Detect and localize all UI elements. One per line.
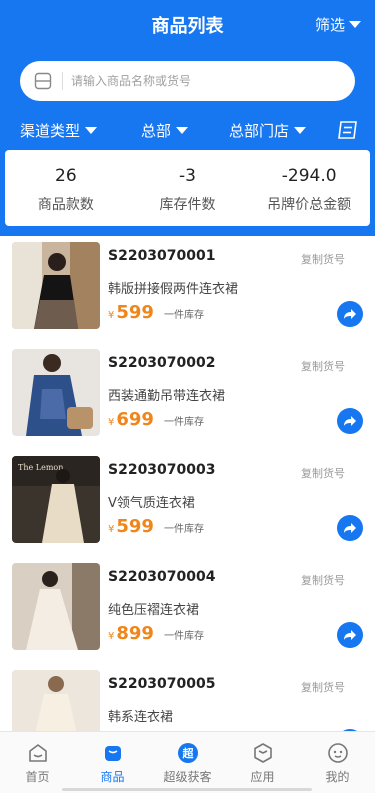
copy-code-button[interactable]: 复制货号 bbox=[301, 679, 345, 695]
chevron-down-icon bbox=[176, 127, 189, 134]
tab-label: 应用 bbox=[250, 770, 275, 784]
product-code: S2203070003 bbox=[108, 462, 216, 478]
share-icon bbox=[344, 309, 356, 319]
product-name: 韩版拼接假两件连衣裙 bbox=[108, 282, 239, 297]
price-row: ¥ 599 一件库存 bbox=[108, 516, 204, 537]
share-button[interactable] bbox=[337, 301, 363, 327]
product-image[interactable] bbox=[12, 563, 100, 650]
stock-label: 一件库存 bbox=[163, 417, 204, 428]
dropdown-label: 总部 bbox=[141, 122, 172, 140]
price-row: ¥ 599 一件库存 bbox=[108, 302, 204, 323]
product-code: S2203070002 bbox=[108, 355, 216, 371]
list-item[interactable]: S2203070005 复制货号 韩系连衣裙 bbox=[0, 664, 375, 731]
list-item[interactable]: S2203070001 复制货号 韩版拼接假两件连衣裙 ¥ 599 一件库存 bbox=[0, 236, 375, 343]
home-indicator bbox=[62, 788, 312, 791]
bottom-tab-bar: 首页 商品 超 超级获客 应用 我的 bbox=[0, 731, 375, 793]
stat-item-tag-price-total: -294.0 吊牌价总金额 bbox=[248, 150, 370, 226]
search-input[interactable] bbox=[71, 74, 311, 88]
super-icon-glyph: 超 bbox=[181, 746, 194, 760]
stat-label: 库存件数 bbox=[159, 197, 216, 213]
tab-home[interactable]: 首页 bbox=[0, 732, 75, 793]
currency-symbol: ¥ bbox=[108, 524, 115, 535]
copy-code-button[interactable]: 复制货号 bbox=[301, 358, 345, 374]
product-image[interactable] bbox=[12, 670, 100, 731]
stat-label: 吊牌价总金额 bbox=[267, 197, 352, 213]
product-price: 899 bbox=[116, 623, 154, 644]
scan-icon[interactable] bbox=[34, 72, 52, 90]
product-name: V领气质连衣裙 bbox=[108, 496, 195, 511]
search-divider bbox=[62, 72, 63, 90]
list-item[interactable]: The Lemon S2203070003 复制货号 V领气质连衣裙 ¥ 599… bbox=[0, 450, 375, 557]
header: 商品列表 筛选 渠道类型 总部 总部门店 2 bbox=[0, 0, 375, 236]
list-item[interactable]: S2203070002 复制货号 西装通勤吊带连衣裙 ¥ 699 一件库存 bbox=[0, 343, 375, 450]
stat-value: -294.0 bbox=[281, 166, 337, 186]
share-icon bbox=[344, 523, 356, 533]
product-list[interactable]: S2203070001 复制货号 韩版拼接假两件连衣裙 ¥ 599 一件库存 S… bbox=[0, 236, 375, 731]
filter-button[interactable]: 筛选 bbox=[315, 14, 361, 35]
stat-item-product-count: 26 商品款数 bbox=[5, 150, 127, 226]
product-price: 599 bbox=[116, 516, 154, 537]
home-icon bbox=[28, 744, 47, 762]
apps-icon bbox=[253, 743, 272, 763]
copy-code-button[interactable]: 复制货号 bbox=[301, 465, 345, 481]
currency-symbol: ¥ bbox=[108, 310, 115, 321]
stats-card: 26 商品款数 -3 库存件数 -294.0 吊牌价总金额 bbox=[5, 150, 370, 226]
search-bar[interactable] bbox=[20, 61, 355, 101]
product-price: 599 bbox=[116, 302, 154, 323]
currency-symbol: ¥ bbox=[108, 417, 115, 428]
share-button[interactable] bbox=[337, 515, 363, 541]
dropdown-channel-type[interactable]: 渠道类型 bbox=[20, 120, 98, 141]
tab-label: 我的 bbox=[325, 770, 350, 784]
product-code: S2203070001 bbox=[108, 248, 216, 264]
product-image[interactable]: The Lemon bbox=[12, 456, 100, 543]
tab-label: 商品 bbox=[100, 770, 125, 784]
dropdown-hq-store[interactable]: 总部门店 bbox=[229, 120, 307, 141]
stock-label: 一件库存 bbox=[163, 310, 204, 321]
dropdown-label: 渠道类型 bbox=[20, 122, 81, 140]
goods-icon bbox=[104, 746, 121, 761]
stat-value: 26 bbox=[55, 166, 77, 186]
tab-label: 超级获客 bbox=[163, 770, 212, 784]
tab-goods[interactable]: 商品 bbox=[75, 732, 150, 793]
product-name: 韩系连衣裙 bbox=[108, 710, 174, 725]
product-name: 纯色压褶连衣裙 bbox=[108, 603, 200, 618]
product-price: 699 bbox=[116, 409, 154, 430]
share-icon bbox=[344, 630, 356, 640]
chevron-down-icon bbox=[349, 21, 361, 28]
share-button[interactable] bbox=[337, 408, 363, 434]
product-code: S2203070004 bbox=[108, 569, 216, 585]
list-item[interactable]: S2203070004 复制货号 纯色压褶连衣裙 ¥ 899 一件库存 bbox=[0, 557, 375, 664]
stock-label: 一件库存 bbox=[163, 631, 204, 642]
dropdown-row: 渠道类型 总部 总部门店 bbox=[0, 120, 375, 142]
price-row: ¥ 899 一件库存 bbox=[108, 623, 204, 644]
super-icon: 超 bbox=[177, 743, 198, 763]
dropdown-headquarters[interactable]: 总部 bbox=[141, 120, 189, 141]
thumb-logo-text: The Lemon bbox=[18, 463, 63, 472]
stat-label: 商品款数 bbox=[37, 197, 94, 213]
profile-icon bbox=[327, 743, 348, 763]
share-button[interactable] bbox=[337, 622, 363, 648]
product-image[interactable] bbox=[12, 242, 100, 329]
stat-item-stock-count: -3 库存件数 bbox=[127, 150, 249, 226]
product-name: 西装通勤吊带连衣裙 bbox=[108, 389, 226, 404]
chevron-down-icon bbox=[85, 127, 98, 134]
tab-label: 首页 bbox=[25, 770, 50, 784]
list-filter-icon[interactable] bbox=[337, 120, 359, 140]
share-icon bbox=[344, 416, 356, 426]
tab-super-acquisition[interactable]: 超 超级获客 bbox=[150, 732, 225, 793]
chevron-down-icon bbox=[294, 127, 307, 134]
tab-profile[interactable]: 我的 bbox=[300, 732, 375, 793]
tab-apps[interactable]: 应用 bbox=[225, 732, 300, 793]
stat-value: -3 bbox=[179, 166, 196, 186]
price-row: ¥ 699 一件库存 bbox=[108, 409, 204, 430]
copy-code-button[interactable]: 复制货号 bbox=[301, 572, 345, 588]
filter-label: 筛选 bbox=[314, 16, 345, 34]
product-code: S2203070005 bbox=[108, 676, 216, 692]
dropdown-label: 总部门店 bbox=[229, 122, 290, 140]
stock-label: 一件库存 bbox=[163, 524, 204, 535]
product-image[interactable] bbox=[12, 349, 100, 436]
currency-symbol: ¥ bbox=[108, 631, 115, 642]
copy-code-button[interactable]: 复制货号 bbox=[301, 251, 345, 267]
